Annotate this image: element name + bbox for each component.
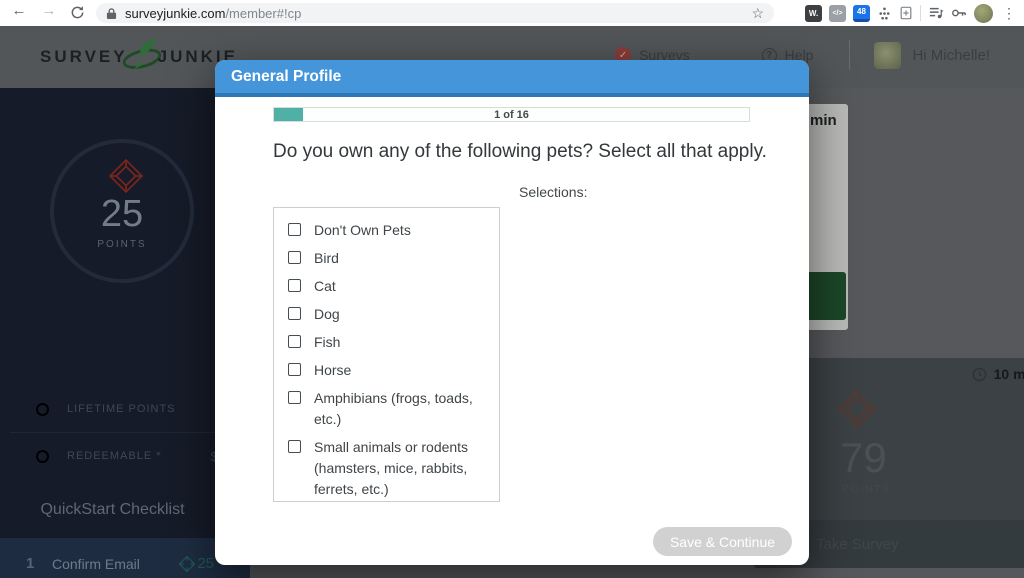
redeemable-dot-icon xyxy=(36,450,49,463)
checklist-step-label: Confirm Email xyxy=(52,556,140,572)
logo-text-left: SURVEY xyxy=(40,47,128,67)
pet-option[interactable]: Fish xyxy=(288,332,485,353)
back-icon[interactable]: ← xyxy=(8,2,30,19)
points-circle: 25 POINTS xyxy=(50,139,194,283)
user-greeting[interactable]: Hi Michelle! xyxy=(912,47,990,64)
extension-calc-icon[interactable] xyxy=(899,6,913,20)
points-value: 25 xyxy=(54,195,190,233)
key-icon[interactable] xyxy=(951,6,967,20)
surveyjunkie-logo[interactable]: SURVEY JUNKIE xyxy=(40,26,238,88)
checkbox-icon[interactable] xyxy=(288,363,301,376)
pet-option[interactable]: Amphibians (frogs, toads, etc.) xyxy=(288,388,485,430)
progress-bar: 1 of 16 xyxy=(273,107,750,122)
survey-duration: min xyxy=(810,112,837,129)
playlist-icon[interactable] xyxy=(928,6,944,20)
survey-points-label: POINTS xyxy=(842,484,891,495)
sidebar-divider xyxy=(10,432,220,433)
selections-label: Selections: xyxy=(519,184,587,200)
survey-points: 79 xyxy=(840,434,887,482)
checkbox-icon[interactable] xyxy=(288,251,301,264)
bookmark-star-icon[interactable]: ☆ xyxy=(751,5,764,22)
extension-wl-icon[interactable]: W. xyxy=(805,5,822,22)
pet-option[interactable]: Horse xyxy=(288,360,485,381)
checklist-step-points: 25 xyxy=(179,555,214,572)
url-text: surveyjunkie.com/member#!cp xyxy=(125,6,301,21)
toolbar-divider xyxy=(920,5,921,21)
header-divider xyxy=(849,40,850,70)
forward-icon[interactable]: → xyxy=(38,2,60,19)
reload-icon[interactable] xyxy=(70,5,85,20)
take-survey-label: Take Survey xyxy=(816,536,899,553)
pet-option[interactable]: Small animals or rodents (hamsters, mice… xyxy=(288,437,485,500)
checkbox-icon[interactable] xyxy=(288,391,301,404)
checkbox-icon[interactable] xyxy=(288,279,301,292)
extension-code-icon[interactable]: </> xyxy=(829,5,846,22)
checkbox-icon[interactable] xyxy=(288,335,301,348)
extension-48-icon[interactable]: 48 xyxy=(853,5,870,22)
lock-icon xyxy=(106,7,117,20)
lifetime-dot-icon xyxy=(36,403,49,416)
browser-profile-avatar[interactable] xyxy=(974,4,993,23)
pet-option[interactable]: Don't Own Pets xyxy=(288,220,485,241)
gem-icon xyxy=(838,390,876,428)
points-gem-icon xyxy=(109,159,143,193)
clock-icon xyxy=(972,367,987,382)
lifetime-label: LIFETIME POINTS xyxy=(67,403,176,415)
modal-header: General Profile xyxy=(215,60,809,97)
checkbox-icon[interactable] xyxy=(288,307,301,320)
question-text: Do you own any of the following pets? Se… xyxy=(273,141,767,163)
survey-duration: 10 min xyxy=(972,366,1024,382)
progress-label: 1 of 16 xyxy=(274,108,749,121)
extension-dots-icon[interactable] xyxy=(877,6,892,21)
checklist-item-confirm-email[interactable]: 1 Confirm Email 25 xyxy=(0,538,250,578)
pet-option[interactable]: Bird xyxy=(288,248,485,269)
points-label: POINTS xyxy=(54,239,190,250)
checklist-step-number: 1 xyxy=(26,555,40,572)
quickstart-title: QuickStart Checklist xyxy=(0,501,225,519)
sidebar: 25 POINTS LIFETIME POINTS REDEEMABLE * $… xyxy=(0,88,250,578)
redeemable-label: REDEEMABLE * xyxy=(67,450,162,462)
browser-menu-icon[interactable]: ⋮ xyxy=(1000,5,1018,22)
extension-icons: W. </> 48 ⋮ xyxy=(805,0,1018,26)
pet-options-list: Don't Own Pets Bird Cat Dog Fish Horse A… xyxy=(273,207,500,502)
lifetime-points-row[interactable]: LIFETIME POINTS xyxy=(0,396,225,422)
gem-teal-icon xyxy=(179,556,195,572)
redeemable-row[interactable]: REDEEMABLE * $0 xyxy=(0,443,225,469)
checkbox-icon[interactable] xyxy=(288,223,301,236)
pet-option[interactable]: Cat xyxy=(288,276,485,297)
save-continue-button[interactable]: Save & Continue xyxy=(653,527,792,556)
pet-option[interactable]: Dog xyxy=(288,304,485,325)
user-avatar[interactable] xyxy=(874,42,901,69)
screen: ← → surveyjunkie.com/member#!cp ☆ W. </>… xyxy=(0,0,1024,578)
address-bar[interactable]: surveyjunkie.com/member#!cp ☆ xyxy=(96,3,774,23)
checkbox-icon[interactable] xyxy=(288,440,301,453)
modal-title: General Profile xyxy=(231,60,809,93)
browser-toolbar: ← → surveyjunkie.com/member#!cp ☆ W. </>… xyxy=(0,0,1024,26)
general-profile-modal: General Profile 1 of 16 Do you own any o… xyxy=(215,60,809,565)
